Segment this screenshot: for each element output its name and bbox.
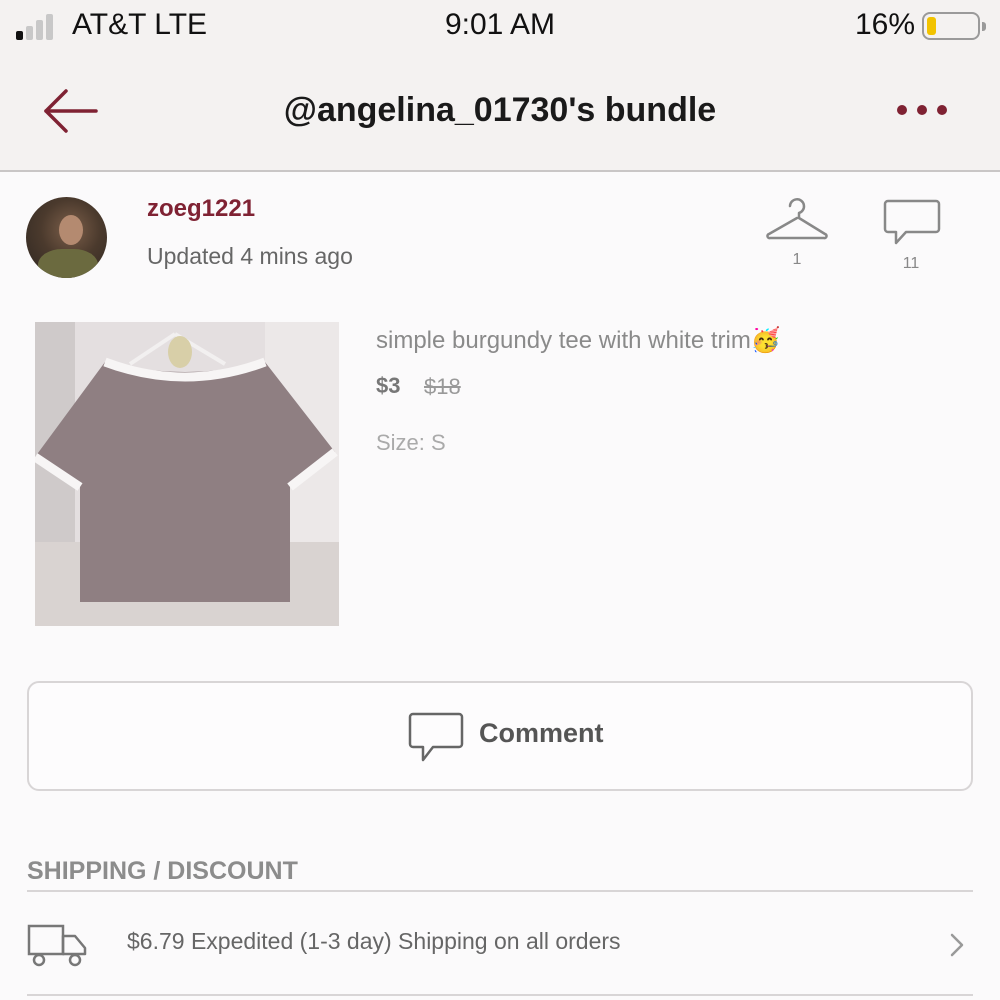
chevron-right-icon [950, 933, 964, 957]
product-size: Size: S [376, 430, 446, 455]
product-image[interactable] [35, 322, 339, 626]
shipping-text: $6.79 Expedited (1-3 day) Shipping on al… [127, 928, 621, 954]
page-title: @angelina_01730's bundle [283, 91, 717, 129]
status-time: 9:01 AM [444, 8, 556, 41]
nav-header: @angelina_01730's bundle [0, 55, 1000, 172]
product-title[interactable]: simple burgundy tee with white trim🥳 [376, 326, 781, 355]
original-price: $18 [424, 374, 461, 399]
hanger-icon [766, 198, 828, 240]
party-emoji: 🥳 [750, 327, 781, 354]
comments-count: 11 [902, 255, 920, 272]
avatar[interactable] [26, 197, 107, 278]
comment-button-label: Comment [479, 718, 604, 748]
battery-icon [922, 12, 986, 40]
shipping-row[interactable]: $6.79 Expedited (1-3 day) Shipping on al… [27, 892, 973, 996]
shipping-section-title: SHIPPING / DISCOUNT [27, 857, 298, 885]
comment-bubble-icon [408, 712, 464, 762]
seller-username[interactable]: zoeg1221 [147, 195, 255, 223]
product-title-text: simple burgundy tee with white trim [376, 327, 751, 354]
updated-timestamp: Updated 4 mins ago [147, 243, 353, 269]
likes-stat[interactable]: 1 [762, 196, 832, 269]
comments-stat[interactable]: 11 [876, 196, 946, 273]
comment-bubble-icon [883, 199, 941, 245]
truck-icon [27, 924, 87, 967]
status-bar: AT&T LTE 9:01 AM 16% [0, 0, 1000, 55]
more-dots-icon [897, 105, 947, 115]
battery-percent: 16% [854, 8, 915, 41]
more-options-button[interactable] [894, 93, 954, 127]
comment-button[interactable]: Comment [27, 681, 973, 791]
product-photo [35, 322, 339, 626]
likes-count: 1 [792, 251, 802, 268]
divider [27, 994, 973, 996]
product-price: $3 [376, 373, 401, 398]
